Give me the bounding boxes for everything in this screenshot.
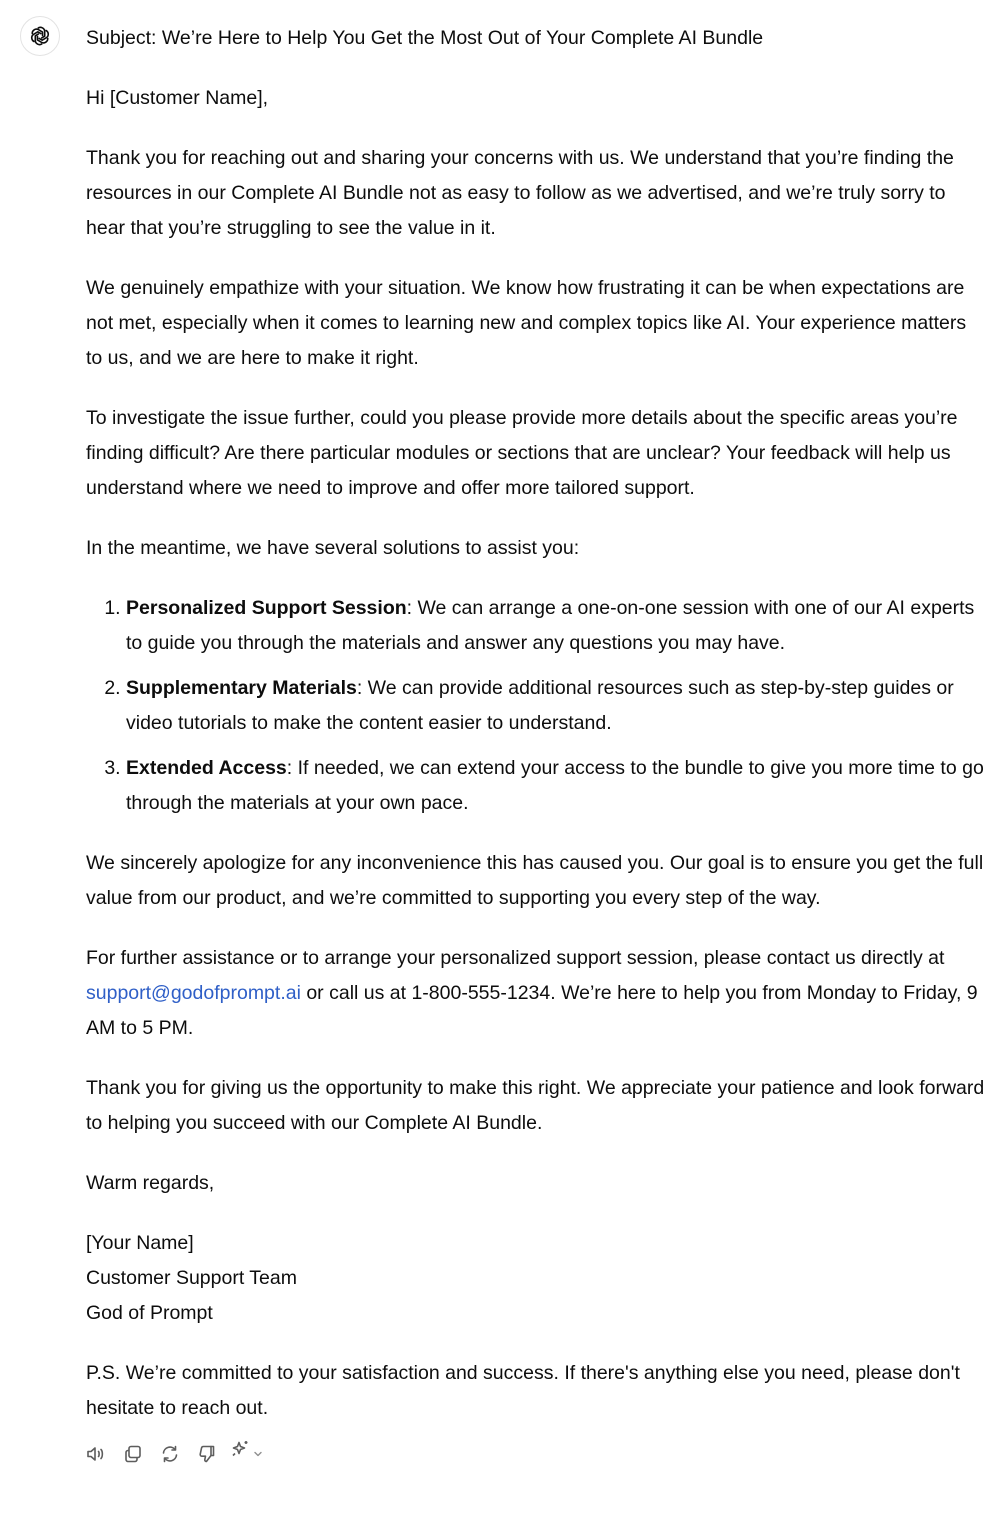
email-closing: Warm regards, (86, 1172, 215, 1194)
thumbs-down-icon (196, 1443, 218, 1465)
email-signature: [Your Name] Customer Support Team God of… (86, 1226, 986, 1331)
solutions-intro: In the meantime, we have several solutio… (86, 537, 580, 559)
assistant-message: Subject: We’re Here to Help You Get the … (86, 21, 986, 1451)
list-item: Extended Access: If needed, we can exten… (126, 751, 986, 821)
signature-team: Customer Support Team (86, 1267, 297, 1289)
sparkle-icon (230, 1437, 252, 1472)
refresh-icon (159, 1443, 181, 1465)
list-item: Personalized Support Session: We can arr… (126, 591, 986, 661)
bad-response-button[interactable] (193, 1440, 221, 1468)
speaker-icon (85, 1443, 107, 1465)
email-paragraph: We genuinely empathize with your situati… (86, 277, 967, 369)
contact-paragraph: For further assistance or to arrange you… (86, 941, 986, 1046)
email-greeting: Hi [Customer Name], (86, 87, 269, 109)
solution-title: Personalized Support Session (126, 597, 407, 619)
solutions-list: Personalized Support Session: We can arr… (86, 591, 986, 821)
solution-title: Extended Access (126, 757, 287, 779)
read-aloud-button[interactable] (82, 1440, 110, 1468)
email-paragraph: To investigate the issue further, could … (86, 407, 958, 499)
assistant-avatar (20, 16, 60, 56)
email-paragraph: Thank you for reaching out and sharing y… (86, 147, 954, 239)
switch-model-button[interactable] (230, 1440, 264, 1468)
email-paragraph: Thank you for giving us the opportunity … (86, 1077, 985, 1134)
copy-icon (122, 1443, 144, 1465)
signature-name: [Your Name] (86, 1232, 194, 1254)
email-postscript: P.S. We’re committed to your satisfactio… (86, 1362, 960, 1419)
email-subject: Subject: We’re Here to Help You Get the … (86, 27, 764, 49)
contact-text: For further assistance or to arrange you… (86, 947, 945, 969)
copy-button[interactable] (119, 1440, 147, 1468)
openai-logo-icon (28, 24, 52, 48)
support-email-link[interactable]: support@godofprompt.ai (86, 982, 301, 1004)
message-actions (82, 1440, 264, 1468)
email-paragraph: We sincerely apologize for any inconveni… (86, 852, 984, 909)
signature-company: God of Prompt (86, 1302, 213, 1324)
chevron-down-icon (252, 1437, 264, 1472)
solution-title: Supplementary Materials (126, 677, 357, 699)
regenerate-button[interactable] (156, 1440, 184, 1468)
list-item: Supplementary Materials: We can provide … (126, 671, 986, 741)
